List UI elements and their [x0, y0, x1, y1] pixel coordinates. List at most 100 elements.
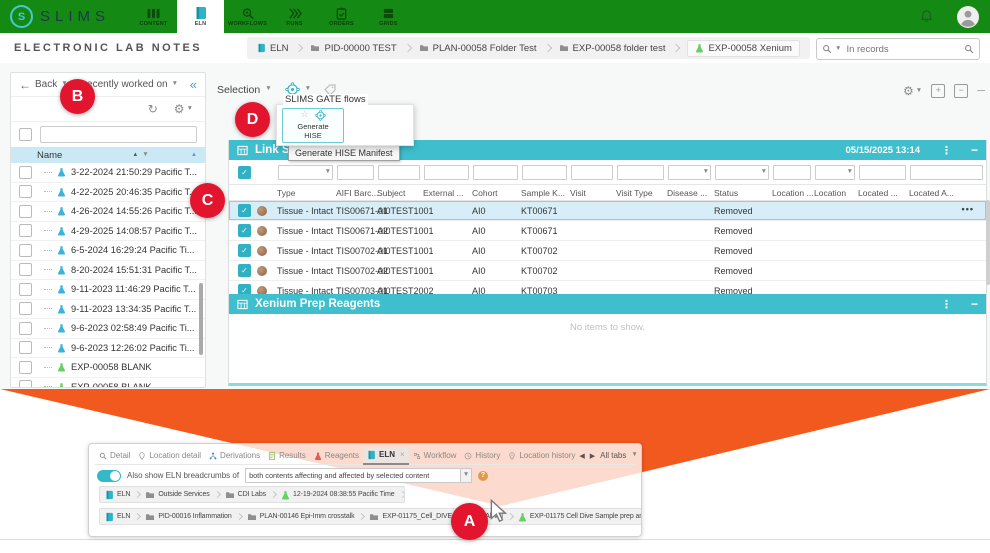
table-row[interactable]: ✓Tissue - IntactTIS00671-02AI0TEST1001AI… [229, 221, 986, 241]
expand-all-icon[interactable]: + [931, 84, 945, 98]
column-header[interactable]: Located A... [909, 188, 986, 198]
table-row[interactable]: ✓Tissue - IntactTIS00671-01AI0TEST1001AI… [229, 201, 986, 221]
main-settings[interactable]: ⚙▼ [903, 85, 922, 97]
panel-minimize-icon[interactable]: − [971, 143, 978, 157]
row-checkbox[interactable] [19, 283, 32, 296]
sidebar-record-row[interactable]: 9-11-2023 13:34:35 Pacific T... [11, 300, 205, 320]
scroll-top-icon[interactable]: ▲ [191, 152, 197, 158]
row-checkbox[interactable] [19, 185, 32, 198]
column-header[interactable]: Status [714, 188, 772, 198]
tab-reagents[interactable]: Reagents [310, 448, 363, 464]
nav-item-grids[interactable]: GRIDS [365, 0, 412, 33]
column-menu-caret-icon[interactable]: ▼ [142, 152, 148, 159]
breadcrumb-item[interactable]: EXP-01175 Cell Dive Sample prep and Ab s… [518, 512, 642, 522]
help-icon[interactable]: ? [478, 471, 488, 481]
notifications-bell-icon[interactable] [919, 9, 934, 24]
selection-menu[interactable]: Selection [217, 84, 260, 96]
breadcrumb-item[interactable]: ELN [257, 43, 288, 54]
nav-item-eln[interactable]: ELN [177, 0, 224, 33]
nav-item-orders[interactable]: ORDERS [318, 0, 365, 33]
row-checkbox[interactable]: ✓ [238, 264, 251, 277]
sidebar-scrollbar[interactable] [199, 283, 203, 355]
column-filter-input[interactable]: ▼ [278, 165, 333, 180]
tab-detail[interactable]: Detail [95, 448, 134, 464]
filter-caret-icon[interactable]: ▼ [325, 169, 331, 176]
sidebar-record-row[interactable]: 9-11-2023 11:46:29 Pacific T... [11, 280, 205, 300]
nav-item-workflows[interactable]: WORKFLOWS [224, 0, 271, 33]
sidebar-filter-input[interactable] [40, 126, 197, 143]
breadcrumb-item[interactable]: ELN [105, 490, 130, 500]
column-filter-input[interactable]: ▼ [815, 165, 855, 180]
row-checkbox[interactable] [19, 263, 32, 276]
panel-menu-icon[interactable]: ⋮ [941, 298, 952, 311]
breadcrumbs-toggle[interactable] [97, 470, 121, 482]
scope-selector[interactable]: recently worked on [84, 79, 168, 90]
column-filter-input[interactable] [617, 165, 664, 180]
selection-caret-icon[interactable]: ▼ [265, 86, 271, 93]
gate-flows-caret-icon[interactable]: ▼ [305, 86, 311, 93]
breadcrumb-item[interactable]: PLAN-00058 Folder Test [419, 43, 537, 54]
breadcrumb-item[interactable]: PID-00016 Inflammation [145, 513, 231, 521]
row-checkbox[interactable] [19, 166, 32, 179]
sidebar-record-row[interactable]: EXP-00058 BLANK [11, 358, 205, 378]
row-checkbox[interactable]: ✓ [238, 204, 251, 217]
back-arrow-icon[interactable]: ← [19, 78, 31, 92]
favorite-star-icon[interactable]: ☆ [300, 111, 308, 120]
column-header[interactable]: Sample K... [521, 188, 570, 198]
nav-item-content[interactable]: CONTENT [130, 0, 177, 33]
scope-caret-icon[interactable]: ▼ [172, 81, 178, 88]
breadcrumb-item[interactable]: EXP-00058 Xenium [687, 40, 799, 57]
sort-asc-icon[interactable]: ▲ [132, 152, 138, 158]
name-column-header[interactable]: Name ▲ ▼ ▲ [11, 147, 205, 163]
panel-minimize-icon[interactable]: − [971, 297, 978, 311]
collapse-all-icon[interactable]: − [954, 84, 968, 98]
column-filter-input[interactable] [522, 165, 567, 180]
sidebar-record-row[interactable]: EXP-00058 BLANK [11, 378, 205, 389]
column-filter-input[interactable]: ▼ [668, 165, 711, 180]
tab-location-history[interactable]: Location history [504, 448, 579, 464]
column-header[interactable]: Location [814, 188, 858, 198]
sidebar-record-row[interactable]: 6-5-2024 16:29:24 Pacific Ti... [11, 241, 205, 261]
row-checkbox[interactable] [19, 244, 32, 257]
row-checkbox[interactable]: ✓ [238, 224, 251, 237]
column-filter-input[interactable] [773, 165, 811, 180]
search-scope-caret-icon[interactable]: ▼ [835, 46, 841, 53]
column-filter-input[interactable]: ▼ [715, 165, 769, 180]
tabs-scroll-right-icon[interactable]: ▶ [590, 452, 595, 460]
user-avatar[interactable] [956, 5, 980, 29]
column-header[interactable]: Visit Type [616, 188, 667, 198]
panel-menu-icon[interactable]: ⋮ [941, 144, 952, 157]
all-tabs-menu[interactable]: All tabs [600, 451, 626, 460]
sidebar-record-row[interactable]: 8-20-2024 15:51:31 Pacific T... [11, 261, 205, 281]
column-header[interactable]: Cohort [472, 188, 521, 198]
row-checkbox[interactable] [19, 380, 32, 388]
row-checkbox[interactable] [19, 341, 32, 354]
nav-item-runs[interactable]: RUNS [271, 0, 318, 33]
column-filter-input[interactable] [378, 165, 420, 180]
sidebar-record-row[interactable]: 9-6-2023 02:58:49 Pacific Ti... [11, 319, 205, 339]
tab-results[interactable]: Results [264, 448, 310, 464]
sidebar-settings[interactable]: ⚙▼ [174, 103, 193, 115]
filter-caret-icon[interactable]: ▼ [847, 169, 853, 176]
breadcrumb-item[interactable]: CDI Labs [225, 491, 266, 499]
table-row[interactable]: ✓Tissue - IntactTIS00702-01AI0TEST1001AI… [229, 241, 986, 261]
breadcrumb-item[interactable]: Outside Services [145, 491, 209, 499]
main-scrollbar[interactable] [986, 200, 990, 285]
tab-eln[interactable]: ELN× [363, 447, 409, 465]
sidebar-record-row[interactable]: 3-22-2024 21:50:29 Pacific T... [11, 163, 205, 183]
breadcrumb-scope-select[interactable]: both contents affecting and affected by … [245, 468, 461, 483]
table-row[interactable]: ✓Tissue - IntactTIS00702-02AI0TEST1001AI… [229, 261, 986, 281]
sidebar-record-row[interactable]: 4-29-2025 14:08:57 Pacific T... [11, 222, 205, 242]
all-tabs-caret-icon[interactable]: ▼ [631, 452, 637, 459]
column-header[interactable]: Disease ... [667, 188, 714, 198]
breadcrumb-item[interactable]: EXP-00058 folder test [559, 43, 666, 54]
row-actions-menu[interactable]: ••• [962, 204, 974, 214]
tab-derivations[interactable]: Derivations [205, 448, 264, 464]
refresh-icon[interactable]: ↻ [148, 103, 158, 115]
search-submit-icon[interactable] [964, 44, 974, 54]
column-header[interactable]: AIFI Barc... [336, 188, 377, 198]
breadcrumb-item[interactable]: PLAN-00146 Epi-Imm crosstalk [247, 513, 355, 521]
search-input[interactable] [844, 43, 961, 56]
column-header[interactable]: Located ... [858, 188, 909, 198]
column-header[interactable]: Visit [570, 188, 616, 198]
